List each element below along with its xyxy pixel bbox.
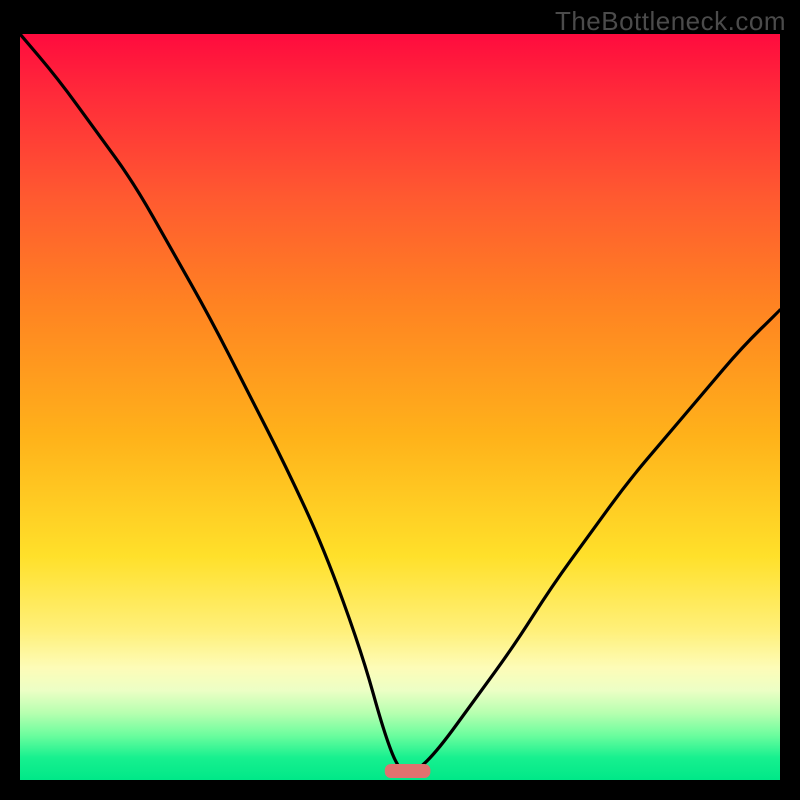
bottleneck-curve — [20, 34, 780, 773]
plot-area — [20, 34, 780, 780]
sweet-spot-marker — [385, 764, 431, 778]
curve-layer — [20, 34, 780, 780]
watermark-text: TheBottleneck.com — [555, 6, 786, 37]
chart-frame: TheBottleneck.com — [0, 0, 800, 800]
